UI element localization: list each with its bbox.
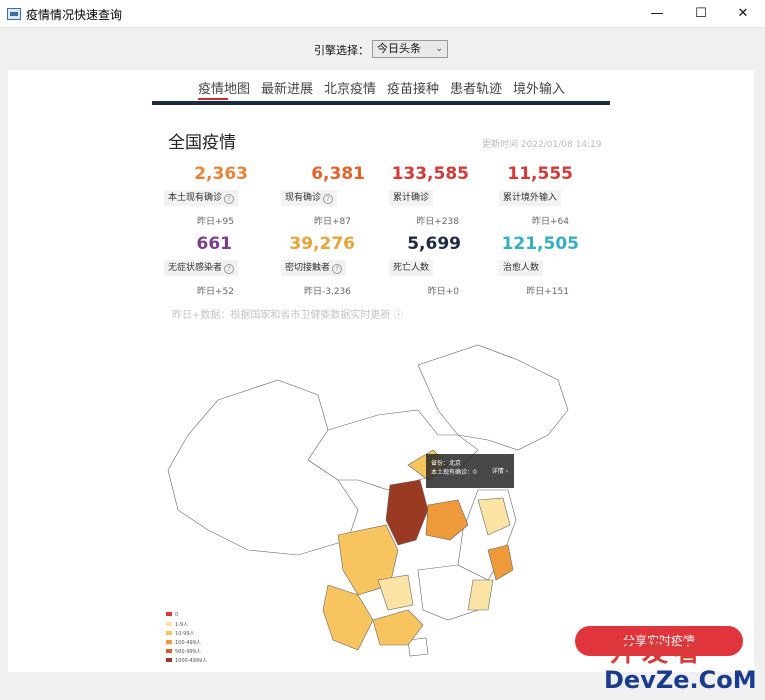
stat-label: 无症状感染者? (164, 260, 239, 276)
tab-underline-bar (152, 101, 610, 105)
stat-label: 累计确诊 (389, 190, 434, 206)
stat-yesterday: 昨日+87 (314, 217, 351, 227)
stat-current: 6,381 现有确诊? 昨日+87 (281, 164, 385, 227)
stat-label: 本土现有确诊? (164, 190, 239, 206)
tab-epidemic-map[interactable]: 疫情地图 (198, 78, 250, 97)
legend-label: 100-499人 (175, 640, 201, 646)
tab-vaccination[interactable]: 疫苗接种 (387, 78, 439, 97)
map-province-henan (425, 499, 469, 541)
stat-label-text: 无症状感染者 (168, 263, 223, 273)
update-time: 更新时间 2022/01/08 14:19 (482, 140, 602, 150)
legend-item: 500-999人 (166, 648, 207, 657)
map-province-shaanxi (385, 479, 429, 546)
stat-asymptomatic: 661 无症状感染者? 昨日+52 (164, 234, 268, 297)
stat-yesterday: 昨日+52 (197, 287, 234, 297)
stat-label-text: 本土现有确诊 (168, 193, 223, 203)
stat-close-contacts: 39,276 密切接触者? 昨日-3,236 (281, 234, 385, 297)
map-region-northeast (417, 344, 569, 451)
stat-yesterday: 昨日+151 (526, 287, 569, 297)
legend-item: 1-9人 (166, 621, 207, 630)
legend-swatch (166, 640, 172, 644)
help-icon[interactable]: ? (224, 194, 235, 204)
stat-value: 11,555 (507, 164, 573, 184)
web-content: 疫情地图 最新进展 北京疫情 疫苗接种 患者轨迹 境外输入 全国疫情 更新时间 … (8, 70, 754, 672)
tab-beijing[interactable]: 北京疫情 (324, 78, 376, 97)
minimize-button[interactable]: — (635, 0, 679, 28)
stat-yesterday: 昨日+238 (416, 217, 459, 227)
legend-item: 0 (166, 612, 207, 621)
tab-imported[interactable]: 境外输入 (513, 78, 565, 97)
stat-yesterday: 昨日+64 (532, 217, 569, 227)
engine-select-value: 今日头条 (377, 42, 421, 55)
maximize-button[interactable]: ☐ (679, 0, 723, 28)
stat-cumulative: 133,585 累计确诊 昨日+238 (389, 164, 493, 227)
stat-value: 121,505 (501, 234, 579, 254)
stat-label: 死亡人数 (389, 260, 434, 276)
legend-swatch (166, 612, 172, 616)
tab-active-indicator (198, 98, 228, 100)
map-legend: 0 1-9人 10-99人 100-499人 500-999人 1000-499… (166, 612, 207, 666)
legend-label: 0 (175, 612, 179, 618)
stat-deaths: 5,699 死亡人数 昨日+0 (389, 234, 493, 297)
legend-label: 1-9人 (175, 622, 189, 628)
tooltip-detail-link[interactable]: 详情 › (492, 466, 508, 475)
stat-yesterday: 昨日+0 (427, 287, 459, 297)
legend-item: 100-499人 (166, 639, 207, 648)
section-title: 全国疫情 (168, 133, 236, 153)
legend-swatch (166, 622, 172, 626)
map-province-yunnan (322, 584, 374, 651)
help-icon[interactable]: ? (224, 264, 235, 274)
tab-bar: 疫情地图 最新进展 北京疫情 疫苗接种 患者轨迹 境外输入 (152, 70, 610, 107)
stat-value: 5,699 (407, 234, 461, 254)
stat-imported: 11,555 累计境外输入 昨日+64 (499, 164, 603, 227)
stat-label: 累计境外输入 (499, 190, 562, 206)
map-tooltip: 省份：北京 本土现有确诊：0 详情 › (426, 454, 514, 488)
map-province-guizhou (377, 574, 414, 611)
watermark-line1: 开发者 (610, 638, 707, 668)
data-footnote: 昨日+数据：根据国家和省市卫健委数据实时更新 ⓘ (172, 310, 404, 321)
stat-label: 现有确诊? (281, 190, 338, 206)
tab-patient-tracks[interactable]: 患者轨迹 (450, 78, 502, 97)
app-icon (7, 8, 21, 20)
legend-item: 1000-4999人 (166, 657, 207, 666)
legend-swatch (166, 631, 172, 635)
window-title: 疫情情况快速查询 (26, 8, 123, 22)
window-titlebar: 疫情情况快速查询 — ☐ ✕ (0, 0, 765, 28)
stat-value: 133,585 (391, 164, 469, 184)
close-button[interactable]: ✕ (721, 0, 765, 28)
engine-row: 引擎选择： 今日头条 ⌄ (0, 40, 765, 58)
watermark-line2: DevZe.CoM (604, 666, 757, 694)
stat-label-text: 密切接触者 (285, 263, 331, 273)
chevron-down-icon: ⌄ (435, 44, 443, 54)
help-icon[interactable]: ? (332, 264, 343, 274)
legend-label: 1000-4999人 (175, 658, 208, 664)
stat-value: 6,381 (311, 164, 365, 184)
china-map[interactable] (158, 340, 588, 660)
stat-value: 39,276 (289, 234, 355, 254)
engine-select[interactable]: 今日头条 ⌄ (372, 40, 448, 58)
stat-label: 治愈人数 (499, 260, 544, 276)
stat-yesterday: 昨日-3,236 (303, 287, 351, 297)
legend-swatch (166, 658, 172, 662)
help-icon[interactable]: ? (323, 194, 334, 204)
stat-cured: 121,505 治愈人数 昨日+151 (499, 234, 603, 297)
stat-yesterday: 昨日+95 (197, 217, 234, 227)
stat-local-current: 2,363 本土现有确诊? 昨日+95 (164, 164, 268, 227)
stat-value: 2,363 (194, 164, 248, 184)
legend-swatch (166, 649, 172, 653)
engine-label: 引擎选择： (314, 44, 369, 57)
legend-label: 10-99人 (175, 631, 195, 637)
stat-label-text: 现有确诊 (285, 193, 322, 203)
watermark: 开发者 DevZe.CoM (600, 632, 760, 698)
map-province-zhejiang (487, 544, 514, 581)
stat-value: 661 (196, 234, 233, 254)
stat-label: 密切接触者? (281, 260, 347, 276)
legend-item: 10-99人 (166, 630, 207, 639)
legend-label: 500-999人 (175, 649, 201, 655)
tab-latest-progress[interactable]: 最新进展 (261, 78, 313, 97)
